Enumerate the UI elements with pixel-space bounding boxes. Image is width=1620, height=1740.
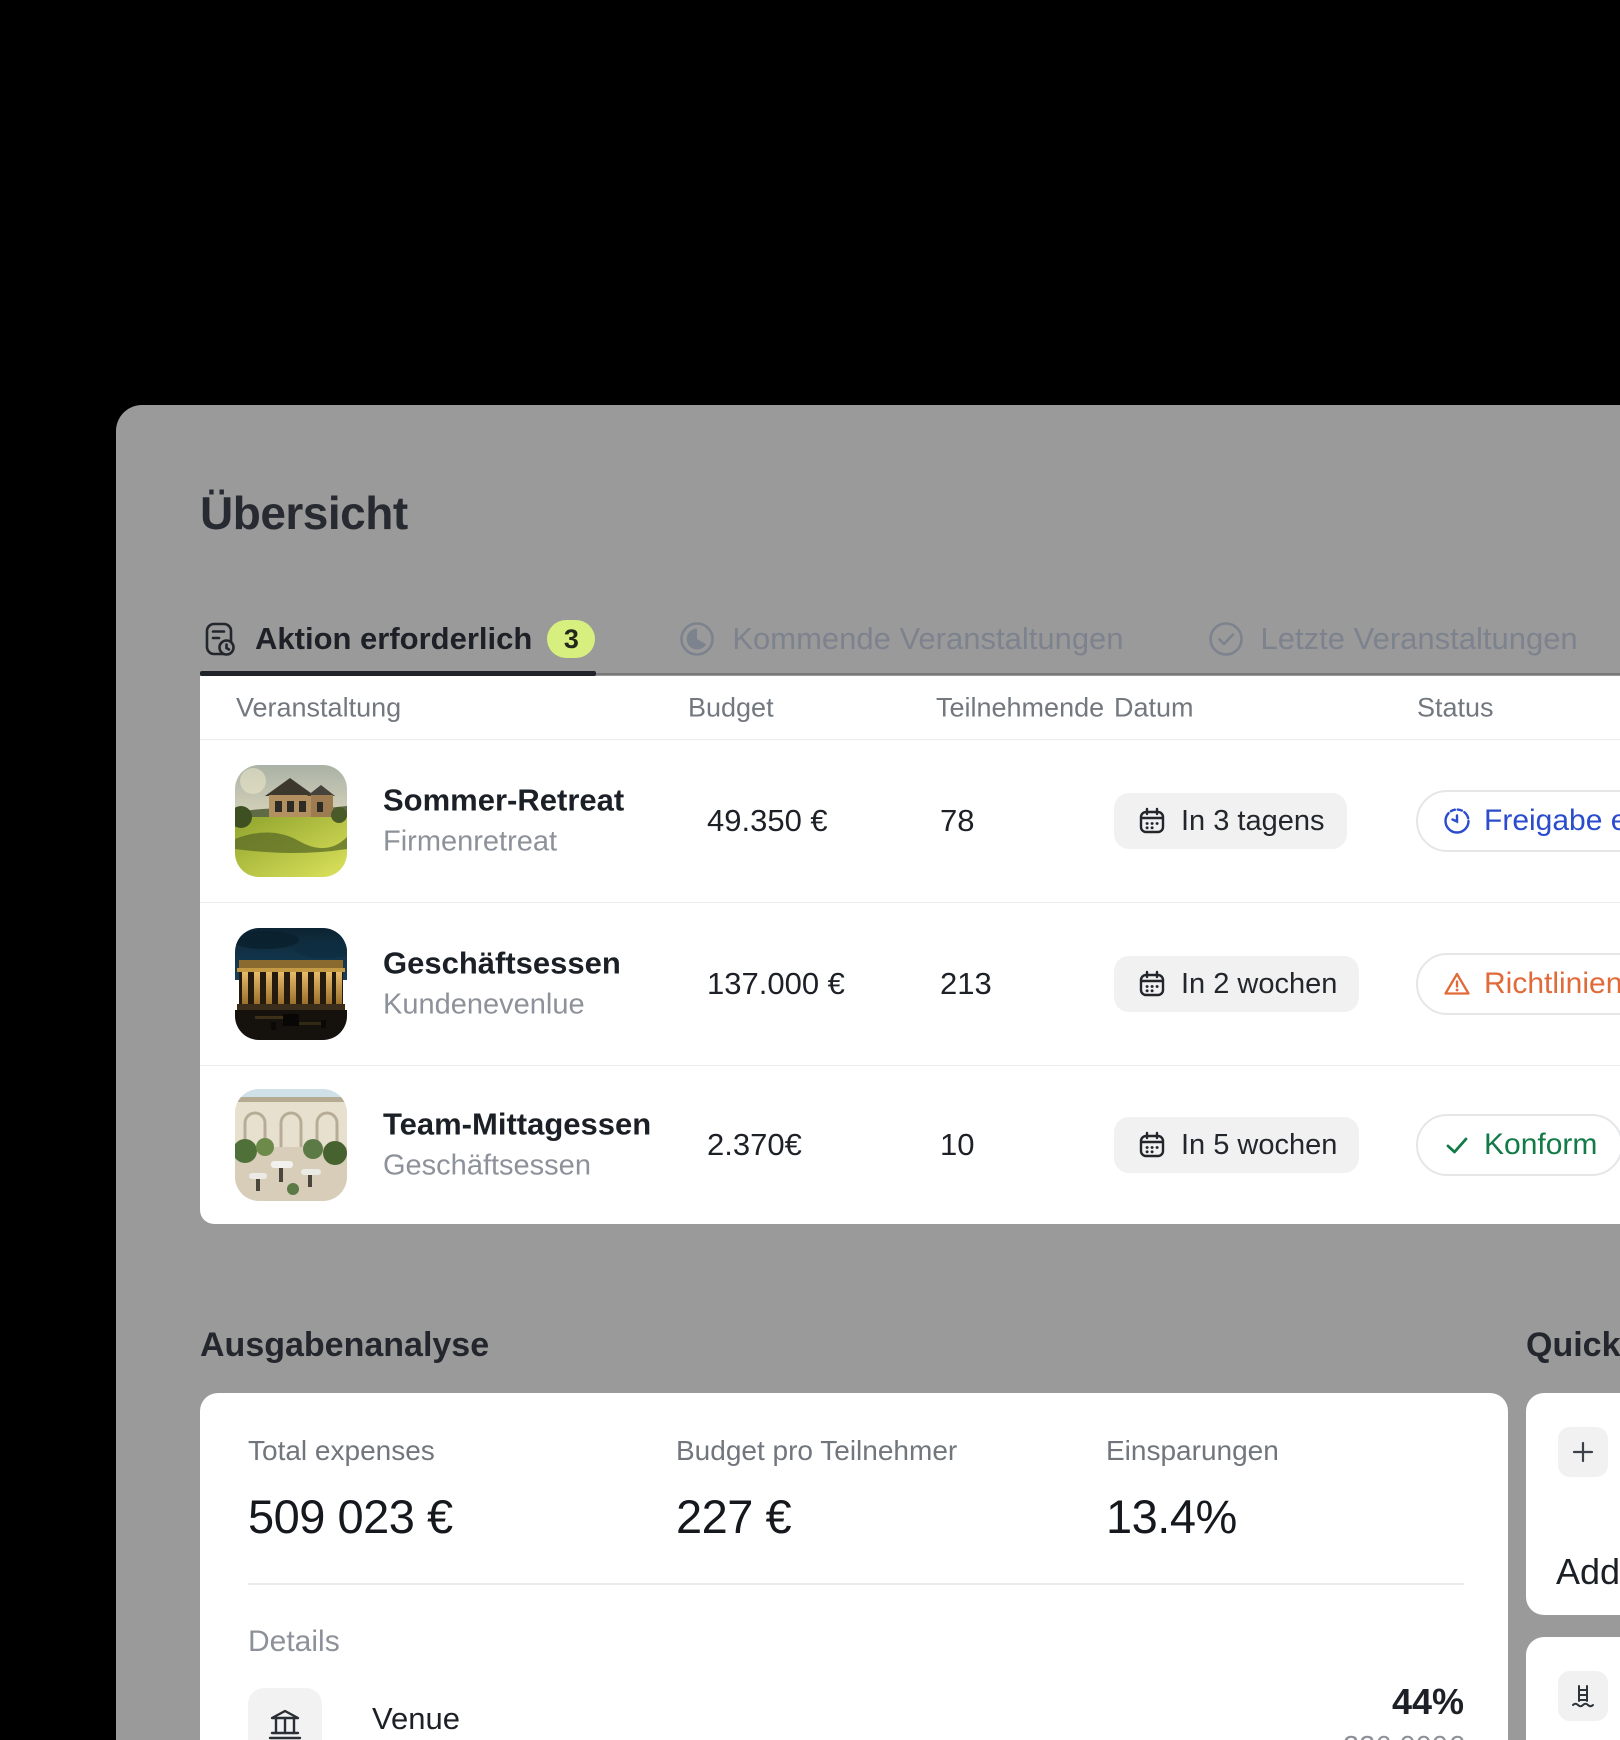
event-date-cell: In 2 wochen bbox=[1114, 956, 1359, 1012]
expense-analysis-panel: Total expenses 509 023 € Budget pro Teil… bbox=[200, 1393, 1508, 1740]
stat-total-expenses: Total expenses 509 023 € bbox=[248, 1393, 453, 1480]
event-name-cell: Geschäftsessen Kundenevenlue bbox=[383, 946, 621, 1021]
stat-label: Einsparungen bbox=[1106, 1435, 1279, 1467]
add-card-label: Add bbox=[1556, 1551, 1620, 1593]
stat-value: 13.4% bbox=[1106, 1489, 1279, 1544]
expense-analysis-heading: Ausgabenanalyse bbox=[200, 1326, 489, 1365]
event-subtitle: Kundenevenlue bbox=[383, 989, 621, 1022]
event-date-cell: In 3 tagens bbox=[1114, 793, 1347, 849]
stat-budget-per-participant: Budget pro Teilnehmer 227 € bbox=[676, 1393, 957, 1480]
event-participants: 213 bbox=[940, 966, 992, 1002]
event-participants: 10 bbox=[940, 1127, 974, 1163]
detail-item-percent: 44% bbox=[1392, 1681, 1464, 1723]
status-badge-warning: Richtlinienw bbox=[1416, 953, 1620, 1015]
event-subtitle: Firmenretreat bbox=[383, 826, 624, 859]
tab-label: Letzte Veranstaltungen bbox=[1261, 621, 1578, 657]
event-thumbnail-summer-retreat bbox=[235, 765, 347, 877]
column-header-status: Status bbox=[1417, 692, 1494, 723]
tab-label: Aktion erforderlich bbox=[255, 621, 532, 657]
page-title: Übersicht bbox=[200, 486, 408, 540]
pool-ladder-icon bbox=[1569, 1682, 1597, 1710]
table-row[interactable]: Geschäftsessen Kundenevenlue 137.000 € 2… bbox=[200, 903, 1620, 1066]
event-title: Geschäftsessen bbox=[383, 946, 621, 980]
table-row[interactable]: Sommer-Retreat Firmenretreat 49.350 € 78… bbox=[200, 740, 1620, 903]
event-budget: 2.370€ bbox=[707, 1127, 802, 1163]
check-icon bbox=[1442, 1130, 1472, 1160]
divider bbox=[248, 1583, 1464, 1585]
stat-value: 227 € bbox=[676, 1489, 957, 1544]
overview-modal-card: Übersicht Aktion erforderlich 3 bbox=[116, 405, 1620, 1740]
column-header-event: Veranstaltung bbox=[236, 692, 401, 723]
date-chip-label: In 5 wochen bbox=[1181, 1129, 1337, 1162]
event-status-cell: Freigabe erf bbox=[1416, 790, 1620, 852]
pool-ladder-button[interactable] bbox=[1558, 1671, 1608, 1721]
quick-actions-heading: Quick bbox=[1526, 1326, 1620, 1365]
quick-card-add[interactable]: Add bbox=[1526, 1393, 1620, 1615]
plus-icon bbox=[1569, 1438, 1597, 1466]
add-button[interactable] bbox=[1558, 1427, 1608, 1477]
event-participants: 78 bbox=[940, 803, 974, 839]
status-label: Konform bbox=[1484, 1128, 1597, 1162]
tab-label: Kommende Veranstaltungen bbox=[732, 621, 1123, 657]
venue-building-icon bbox=[267, 1707, 303, 1740]
status-label: Freigabe erf bbox=[1484, 804, 1620, 838]
clock-circle-icon bbox=[677, 619, 717, 659]
event-subtitle: Geschäftsessen bbox=[383, 1150, 651, 1183]
event-thumbnail-terrace bbox=[235, 1089, 347, 1201]
event-name-cell: Team-Mittagessen Geschäftsessen bbox=[383, 1107, 651, 1182]
event-title: Team-Mittagessen bbox=[383, 1107, 651, 1141]
quick-card-pool[interactable] bbox=[1526, 1637, 1620, 1740]
calendar-icon bbox=[1136, 805, 1168, 837]
screen: Übersicht Aktion erforderlich 3 bbox=[0, 0, 1620, 1740]
clock-pending-icon bbox=[1442, 806, 1472, 836]
table-row[interactable]: Team-Mittagessen Geschäftsessen 2.370€ 1… bbox=[200, 1066, 1620, 1224]
tab-past-events[interactable]: Letzte Veranstaltungen bbox=[1206, 619, 1578, 659]
status-label: Richtlinienw bbox=[1484, 967, 1620, 1001]
detail-item-name: Venue bbox=[372, 1701, 460, 1737]
event-thumbnail-night-building bbox=[235, 928, 347, 1040]
date-chip-label: In 2 wochen bbox=[1181, 968, 1337, 1001]
column-header-budget: Budget bbox=[688, 692, 774, 723]
event-budget: 49.350 € bbox=[707, 803, 828, 839]
stat-savings: Einsparungen 13.4% bbox=[1106, 1393, 1279, 1480]
date-chip: In 2 wochen bbox=[1114, 956, 1359, 1012]
calendar-icon bbox=[1136, 1129, 1168, 1161]
stat-label: Total expenses bbox=[248, 1435, 453, 1467]
date-chip: In 3 tagens bbox=[1114, 793, 1347, 849]
detail-item-amount: 226 000€ bbox=[1343, 1731, 1464, 1740]
event-status-cell: Richtlinienw bbox=[1416, 953, 1620, 1015]
column-header-date: Datum bbox=[1114, 692, 1194, 723]
table-header: Veranstaltung Budget Teilnehmende Datum … bbox=[200, 676, 1620, 740]
venue-icon-box bbox=[248, 1688, 322, 1740]
stat-label: Budget pro Teilnehmer bbox=[676, 1435, 957, 1467]
check-circle-icon bbox=[1206, 619, 1246, 659]
status-badge-ok: Konform bbox=[1416, 1114, 1620, 1176]
status-badge-pending: Freigabe erf bbox=[1416, 790, 1620, 852]
tab-action-required[interactable]: Aktion erforderlich 3 bbox=[200, 619, 595, 659]
calendar-icon bbox=[1136, 968, 1168, 1000]
event-name-cell: Sommer-Retreat Firmenretreat bbox=[383, 783, 624, 858]
event-title: Sommer-Retreat bbox=[383, 783, 624, 817]
column-header-participants: Teilnehmende bbox=[936, 692, 1104, 723]
event-date-cell: In 5 wochen bbox=[1114, 1117, 1359, 1173]
tab-bar: Aktion erforderlich 3 Kommende Veranstal… bbox=[200, 603, 1578, 675]
date-chip: In 5 wochen bbox=[1114, 1117, 1359, 1173]
event-budget: 137.000 € bbox=[707, 966, 845, 1002]
document-clock-icon bbox=[200, 619, 240, 659]
tab-upcoming-events[interactable]: Kommende Veranstaltungen bbox=[677, 619, 1123, 659]
date-chip-label: In 3 tagens bbox=[1181, 805, 1325, 838]
details-label: Details bbox=[248, 1625, 340, 1659]
warning-triangle-icon bbox=[1442, 969, 1472, 999]
tab-count-badge: 3 bbox=[547, 620, 595, 658]
event-status-cell: Konform bbox=[1416, 1114, 1620, 1176]
events-table: Veranstaltung Budget Teilnehmende Datum … bbox=[200, 676, 1620, 1224]
stat-value: 509 023 € bbox=[248, 1489, 453, 1544]
